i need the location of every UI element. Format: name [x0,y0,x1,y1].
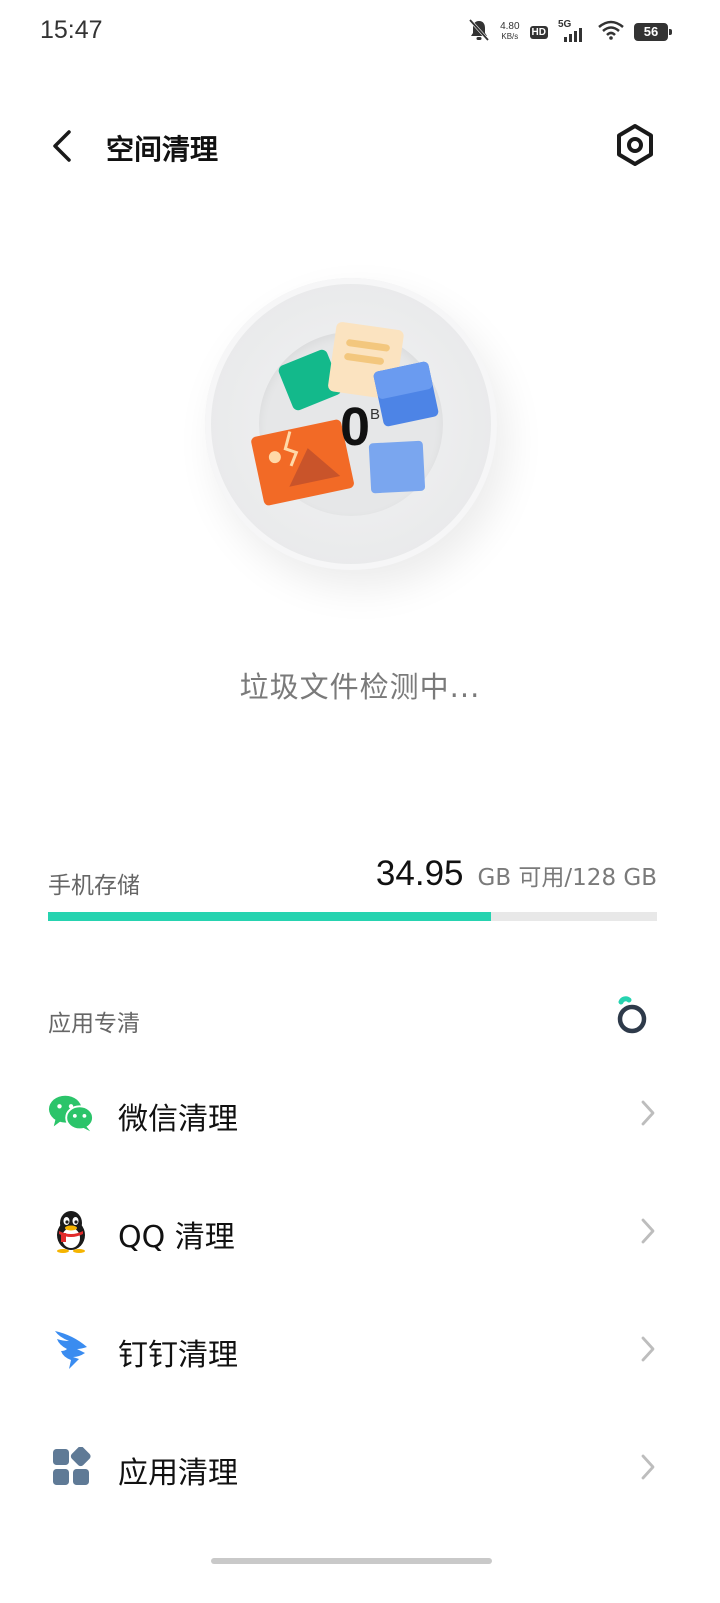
list-item-label: 钉钉清理 [118,1338,238,1373]
app-clean-header: 应用专清 [48,996,657,1040]
list-item-label: QQ 清理 [118,1220,235,1255]
net-speed-unit: KB/s [501,32,519,41]
bell-muted-icon [468,18,490,46]
scan-status-text: 垃圾文件检测中... [239,670,481,704]
wechat-icon [48,1090,94,1136]
net-speed: 4.80 KB/s [500,22,519,42]
dingtalk-icon [48,1326,94,1372]
apps-icon [48,1444,94,1490]
net-speed-value: 4.80 [500,21,520,32]
junk-files-graphic [251,322,439,506]
loading-spinner-icon [617,996,647,1034]
chevron-right-icon [641,1336,655,1362]
junk-size-unit: B [370,406,381,423]
chevron-left-icon [53,130,71,162]
back-button[interactable] [40,124,84,168]
junk-size-value: 0 [340,397,371,457]
phone-storage: 手机存储 34.95 GB 可用/128 GB [48,852,657,924]
cellular-signal-icon: 5G [558,19,588,43]
home-indicator[interactable] [211,1558,492,1564]
chevron-right-icon [641,1100,655,1126]
app-clean-list: 微信清理 QQ 清理 钉钉清理 应用清理 [0,1054,720,1526]
storage-label: 手机存储 [48,873,140,899]
status-icons: 4.80 KB/s HD 5G 56 [468,18,672,46]
top-app-bar: 空间清理 [0,110,720,182]
storage-summary: 34.95 GB 可用/128 GB [376,854,657,894]
storage-available: 34.95 [375,854,464,893]
storage-suffix: GB 可用/128 GB [477,865,657,891]
hd-badge: HD [529,25,548,39]
storage-progress-bar [48,912,657,921]
wifi-icon [598,20,624,44]
list-item-wechat[interactable]: 微信清理 [0,1054,720,1172]
battery-icon: 56 [634,23,672,41]
status-time: 15:47 [40,16,103,44]
section-title: 应用专清 [48,1011,140,1037]
scan-illustration: 0 B [180,268,620,628]
list-item-apps[interactable]: 应用清理 [0,1408,720,1526]
list-item-label: 应用清理 [118,1456,238,1491]
settings-button[interactable] [612,122,658,168]
status-bar: 15:47 4.80 KB/s HD 5G 56 [0,0,720,64]
list-item-qq[interactable]: QQ 清理 [0,1172,720,1290]
storage-progress-fill [48,912,491,921]
settings-hexagon-icon [617,124,653,166]
chevron-right-icon [641,1218,655,1244]
list-item-dingtalk[interactable]: 钉钉清理 [0,1290,720,1408]
qq-icon [48,1208,94,1254]
list-item-label: 微信清理 [118,1102,238,1137]
page-title: 空间清理 [106,133,219,166]
chevron-right-icon [641,1454,655,1480]
